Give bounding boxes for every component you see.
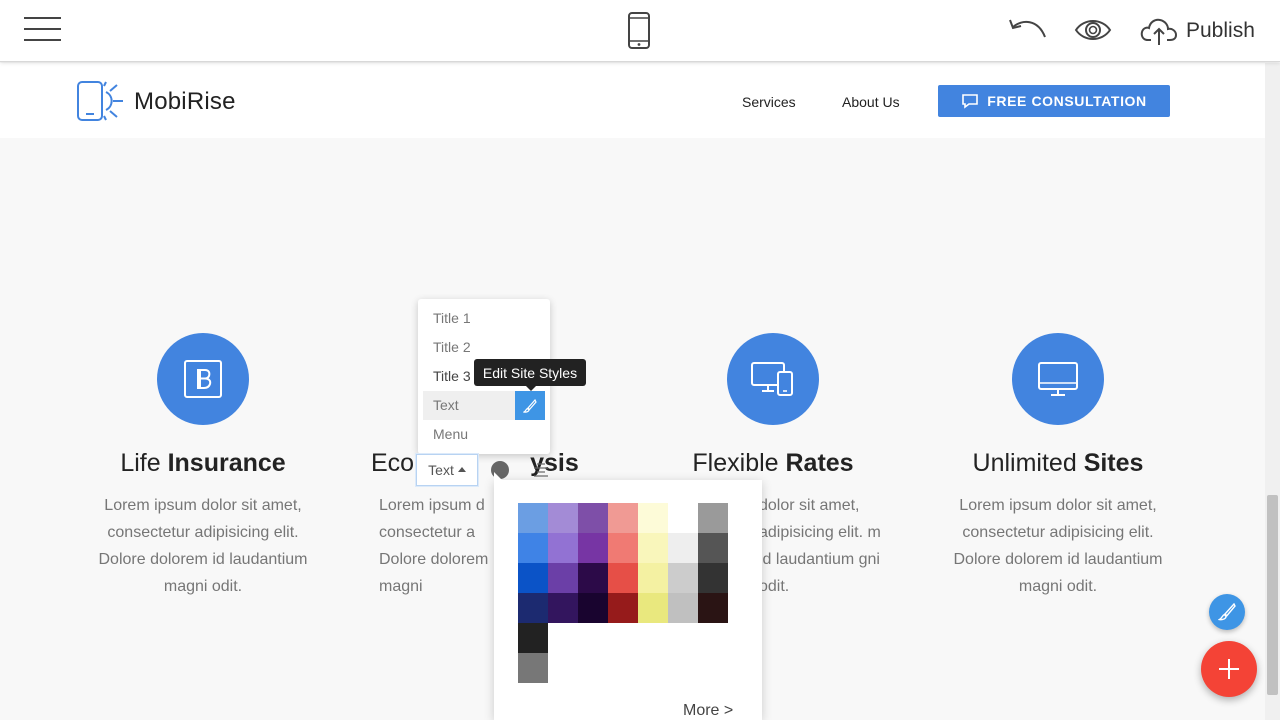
edit-site-styles-button[interactable] <box>515 391 545 420</box>
chat-bubble-icon <box>962 94 979 109</box>
cta-label: FREE CONSULTATION <box>987 93 1147 109</box>
color-swatch[interactable] <box>578 593 608 623</box>
color-swatch[interactable] <box>698 593 728 623</box>
feature-text[interactable]: Lorem ipsum d consectetur a Dolore dolor… <box>371 492 491 600</box>
site-styles-fab[interactable] <box>1209 594 1245 630</box>
style-option-title-2[interactable]: Title 2 <box>433 339 471 355</box>
color-swatch[interactable] <box>638 593 668 623</box>
color-swatch[interactable] <box>698 533 728 563</box>
feature-icon-circle[interactable] <box>1012 333 1104 425</box>
caret-up-icon <box>457 467 466 472</box>
color-swatch[interactable] <box>548 533 578 563</box>
style-option-title-1[interactable]: Title 1 <box>433 310 471 326</box>
color-swatch[interactable] <box>578 563 608 593</box>
align-center-icon[interactable] <box>533 463 549 477</box>
feature-icon-circle[interactable] <box>157 333 249 425</box>
color-swatch[interactable] <box>608 533 638 563</box>
brush-icon <box>523 398 537 413</box>
color-swatch[interactable] <box>578 533 608 563</box>
feature-life-insurance: Life Insurance Lorem ipsum dolor sit ame… <box>83 333 323 600</box>
style-option-label: Text <box>433 397 459 413</box>
edit-site-styles-tooltip: Edit Site Styles <box>474 359 586 391</box>
publish-button[interactable]: Publish <box>1140 14 1255 48</box>
color-swatch[interactable] <box>518 563 548 593</box>
color-swatch[interactable] <box>518 503 548 533</box>
color-swatch[interactable] <box>638 503 668 533</box>
text-style-dropdown[interactable]: Text <box>416 454 478 486</box>
color-swatch[interactable] <box>698 503 728 533</box>
color-swatch[interactable] <box>578 503 608 533</box>
cloud-upload-icon <box>1140 18 1178 45</box>
feature-title[interactable]: Unlimited Sites <box>938 449 1178 478</box>
plus-icon <box>1219 659 1239 679</box>
color-swatch[interactable] <box>518 653 548 683</box>
color-swatch[interactable] <box>548 563 578 593</box>
nav-link-about-us[interactable]: About Us <box>842 94 900 110</box>
color-swatch[interactable] <box>668 503 698 533</box>
color-swatch[interactable] <box>548 593 578 623</box>
style-option-title-3[interactable]: Title 3 <box>433 368 471 384</box>
color-swatch[interactable] <box>608 503 638 533</box>
hamburger-icon[interactable] <box>24 15 61 43</box>
brand-name[interactable]: MobiRise <box>134 88 236 116</box>
color-swatch[interactable] <box>518 623 548 653</box>
style-option-menu[interactable]: Menu <box>433 426 468 442</box>
color-swatch[interactable] <box>638 563 668 593</box>
publish-label: Publish <box>1186 19 1255 42</box>
bootstrap-icon <box>184 360 222 398</box>
more-colors-link[interactable]: More > <box>683 702 733 720</box>
desktop-monitor-icon <box>1038 362 1078 396</box>
mobile-phone-icon[interactable] <box>627 12 651 49</box>
site-navbar: MobiRise Services About Us FREE CONSULTA… <box>0 63 1265 138</box>
feature-text[interactable]: Lorem ipsum dolor sit amet, consectetur … <box>83 492 323 600</box>
free-consultation-button[interactable]: FREE CONSULTATION <box>938 85 1170 117</box>
style-option-text[interactable]: Text <box>423 391 545 420</box>
nav-link-services[interactable]: Services <box>742 94 796 110</box>
color-swatch[interactable] <box>518 533 548 563</box>
responsive-devices-icon <box>751 362 793 396</box>
brand-logo-icon[interactable] <box>76 81 128 121</box>
brush-icon <box>1218 603 1236 621</box>
color-swatch[interactable] <box>518 593 548 623</box>
color-swatch[interactable] <box>668 533 698 563</box>
color-swatch[interactable] <box>638 533 668 563</box>
eye-icon[interactable] <box>1074 17 1112 43</box>
feature-text[interactable]: Lorem ipsum dolor sit amet, consectetur … <box>938 492 1178 600</box>
color-swatch[interactable] <box>608 593 638 623</box>
color-swatch[interactable] <box>548 503 578 533</box>
add-block-fab[interactable] <box>1201 641 1257 697</box>
feature-title[interactable]: Life Insurance <box>83 449 323 478</box>
undo-icon[interactable] <box>1008 17 1048 43</box>
color-palette: More > <box>494 472 762 720</box>
color-swatch[interactable] <box>608 563 638 593</box>
color-swatch[interactable] <box>668 593 698 623</box>
feature-unlimited-sites: Unlimited Sites Lorem ipsum dolor sit am… <box>938 333 1178 600</box>
feature-title[interactable]: Flexible Rates <box>653 449 893 478</box>
color-swatch[interactable] <box>698 563 728 593</box>
text-style-dropdown-label: Text <box>428 462 454 478</box>
feature-icon-circle[interactable] <box>727 333 819 425</box>
site-scrollbar[interactable] <box>1265 63 1280 720</box>
color-swatch[interactable] <box>668 563 698 593</box>
scrollbar-thumb[interactable] <box>1267 495 1278 695</box>
editor-toolbar: Publish <box>0 0 1280 62</box>
